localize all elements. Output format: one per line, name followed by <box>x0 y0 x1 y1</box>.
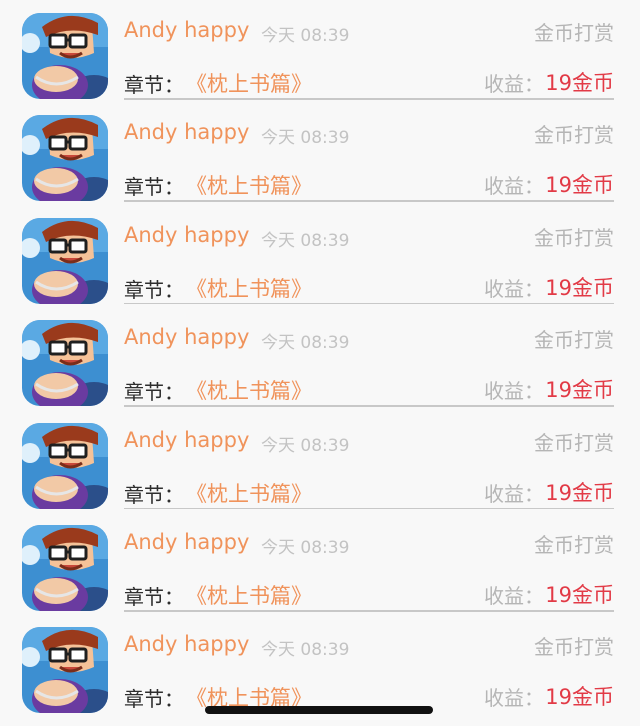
reward-type-label: 金币打赏 <box>534 21 614 45</box>
chapter-label: 章节： <box>124 73 184 97</box>
reward-type-label: 金币打赏 <box>534 328 614 353</box>
cartoon-avatar-icon <box>22 217 108 304</box>
chapter-label: 章节： <box>124 585 184 609</box>
home-indicator[interactable] <box>205 706 433 714</box>
earnings-value: 19金币 <box>545 275 614 300</box>
avatar[interactable] <box>22 115 108 202</box>
avatar[interactable] <box>22 627 108 714</box>
username[interactable]: Andy happy <box>124 428 249 452</box>
username[interactable]: Andy happy <box>124 325 249 349</box>
earnings-value: 19金币 <box>545 71 614 95</box>
earnings-value: 19金币 <box>545 685 614 710</box>
chapter-name-link[interactable]: 《枕上书篇》 <box>186 68 312 98</box>
username[interactable]: Andy happy <box>124 18 249 42</box>
reward-list: Andy happy 今天 08:39 金币打赏 章节： 《枕上书篇》 收益： … <box>0 0 640 726</box>
row-divider <box>124 98 614 100</box>
cartoon-avatar-icon <box>22 115 108 202</box>
timestamp: 今天 08:39 <box>261 26 350 46</box>
cartoon-avatar-icon <box>22 525 108 611</box>
row-divider <box>124 610 614 612</box>
list-item[interactable]: Andy happy 今天 08:39 金币打赏 章节： 《枕上书篇》 收益： … <box>0 102 640 204</box>
username[interactable]: Andy happy <box>124 530 249 554</box>
avatar[interactable] <box>22 422 108 509</box>
username[interactable]: Andy happy <box>124 223 249 247</box>
reward-type-label: 金币打赏 <box>534 533 614 557</box>
chapter-label: 章节： <box>124 687 184 712</box>
chapter-name-link[interactable]: 《枕上书篇》 <box>186 375 312 405</box>
cartoon-avatar-icon <box>22 422 108 509</box>
username[interactable]: Andy happy <box>124 632 249 656</box>
timestamp: 今天 08:39 <box>261 333 350 354</box>
avatar[interactable] <box>22 320 108 407</box>
list-item[interactable]: Andy happy 今天 08:39 金币打赏 章节： 《枕上书篇》 收益： … <box>0 0 640 102</box>
earnings-label: 收益： <box>484 276 544 301</box>
list-item[interactable]: Andy happy 今天 08:39 金币打赏 章节： 《枕上书篇》 收益： … <box>0 205 640 307</box>
chapter-name-link[interactable]: 《枕上书篇》 <box>186 478 312 508</box>
chapter-name-link[interactable]: 《枕上书篇》 <box>186 170 312 200</box>
row-divider <box>124 200 614 202</box>
cartoon-avatar-icon <box>22 13 108 99</box>
timestamp: 今天 08:39 <box>261 538 350 558</box>
avatar[interactable] <box>22 525 108 611</box>
reward-type-label: 金币打赏 <box>534 430 614 455</box>
earnings-label: 收益： <box>484 379 544 404</box>
chapter-label: 章节： <box>124 175 184 200</box>
list-item[interactable]: Andy happy 今天 08:39 金币打赏 章节： 《枕上书篇》 收益： … <box>0 307 640 409</box>
earnings-label: 收益： <box>484 686 544 711</box>
reward-type-label: 金币打赏 <box>534 635 614 660</box>
list-item[interactable]: Andy happy 今天 08:39 金币打赏 章节： 《枕上书篇》 收益： … <box>0 410 640 512</box>
earnings-label: 收益： <box>484 174 544 199</box>
earnings-label: 收益： <box>484 481 544 506</box>
earnings-label: 收益： <box>484 72 544 96</box>
timestamp: 今天 08:39 <box>261 435 350 456</box>
list-item[interactable]: Andy happy 今天 08:39 金币打赏 章节： 《枕上书篇》 收益： … <box>0 614 640 716</box>
earnings-value: 19金币 <box>545 480 614 505</box>
row-divider <box>124 507 614 510</box>
earnings-label: 收益： <box>484 584 544 608</box>
timestamp: 今天 08:39 <box>261 230 350 251</box>
chapter-label: 章节： <box>124 277 184 302</box>
earnings-value: 19金币 <box>545 173 614 198</box>
row-divider <box>124 405 614 407</box>
row-divider <box>124 302 614 305</box>
avatar[interactable] <box>22 217 108 304</box>
avatar[interactable] <box>22 13 108 99</box>
earnings-value: 19金币 <box>545 583 614 607</box>
reward-type-label: 金币打赏 <box>534 123 614 148</box>
username[interactable]: Andy happy <box>124 120 249 144</box>
chapter-label: 章节： <box>124 482 184 507</box>
chapter-label: 章节： <box>124 380 184 405</box>
cartoon-avatar-icon <box>22 627 108 714</box>
chapter-name-link[interactable]: 《枕上书篇》 <box>186 273 312 303</box>
timestamp: 今天 08:39 <box>261 640 350 661</box>
cartoon-avatar-icon <box>22 320 108 407</box>
list-item[interactable]: Andy happy 今天 08:39 金币打赏 章节： 《枕上书篇》 收益： … <box>0 512 640 614</box>
earnings-value: 19金币 <box>545 378 614 403</box>
chapter-name-link[interactable]: 《枕上书篇》 <box>186 580 312 610</box>
timestamp: 今天 08:39 <box>261 128 350 149</box>
reward-type-label: 金币打赏 <box>534 225 614 250</box>
